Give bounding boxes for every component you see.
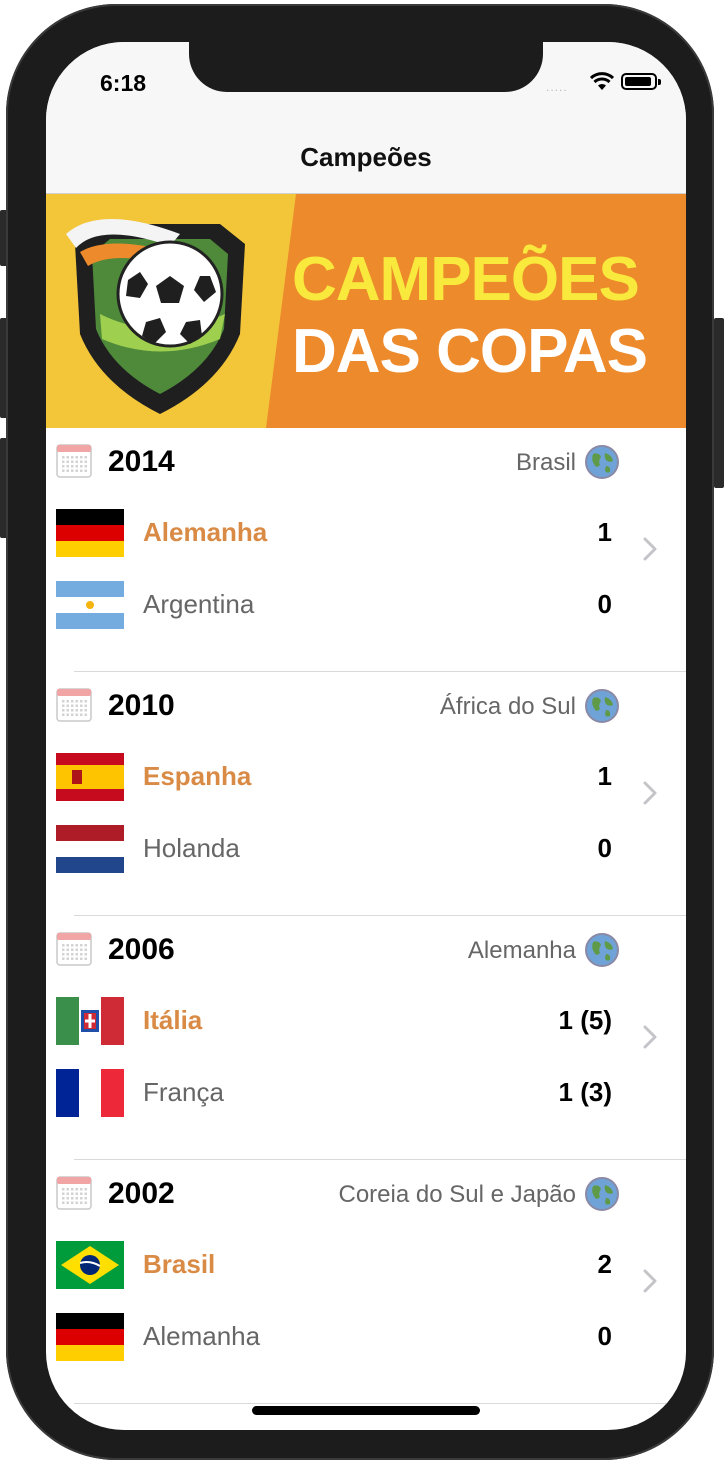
soccer-shield-logo xyxy=(66,219,245,414)
banner-title-line1: CAMPEÕES xyxy=(292,245,640,314)
winner-name: Espanha xyxy=(143,761,252,791)
runner-up-name: França xyxy=(143,1077,224,1107)
cup-cell[interactable]: 2002 Coreia do Sul e Japão Brasil 2 Alemanha… xyxy=(46,1160,686,1404)
cup-year: 2002 xyxy=(108,1177,175,1210)
runner-up-name: Alemanha xyxy=(143,1321,261,1351)
header-banner: CAMPEÕES DAS COPAS xyxy=(46,194,686,428)
runner-up-flag-icon xyxy=(56,1069,124,1117)
globe-icon xyxy=(584,444,620,480)
runner-up-name: Holanda xyxy=(143,833,240,863)
winner-flag-icon xyxy=(56,509,124,557)
cup-year: 2006 xyxy=(108,933,175,966)
winner-flag-icon xyxy=(56,1241,124,1289)
runner-up-score: 0 xyxy=(597,589,612,619)
runner-up-score: 1 (3) xyxy=(558,1077,612,1107)
cup-host: Coreia do Sul e Japão xyxy=(338,1181,577,1208)
winner-name: Brasil xyxy=(143,1249,216,1279)
runner-up-flag-icon xyxy=(56,581,124,629)
calendar-icon xyxy=(56,932,92,966)
screen: 6:18 ..... Campeões CAMPEÕES DAS COPAS 2… xyxy=(46,42,686,1430)
cup-cell[interactable]: 2014 Brasil Alemanha 1 Argentina 0 xyxy=(46,428,686,672)
runner-up-score: 0 xyxy=(597,1321,612,1351)
winner-score: 1 xyxy=(597,517,612,547)
battery-icon xyxy=(621,73,661,90)
cell-separator xyxy=(74,1403,686,1404)
navigation-bar: Campeões xyxy=(46,134,686,194)
cup-host: Alemanha xyxy=(467,937,576,964)
chevron-right-icon[interactable] xyxy=(642,1268,658,1294)
calendar-icon xyxy=(56,1176,92,1210)
cup-cell[interactable]: 2006 Alemanha Itália 1 (5) França 1 (3) xyxy=(46,916,686,1160)
winner-score: 1 xyxy=(597,761,612,791)
cup-year: 2010 xyxy=(108,689,175,722)
wifi-icon xyxy=(590,72,614,90)
runner-up-flag-icon xyxy=(56,825,124,873)
runner-up-flag-icon xyxy=(56,1313,124,1361)
notch xyxy=(189,42,543,92)
winner-flag-icon xyxy=(56,997,124,1045)
chevron-right-icon[interactable] xyxy=(642,536,658,562)
winner-score: 1 (5) xyxy=(558,1005,612,1035)
cup-host: Brasil xyxy=(515,449,576,476)
chevron-right-icon[interactable] xyxy=(642,780,658,806)
globe-icon xyxy=(584,932,620,968)
home-indicator[interactable] xyxy=(252,1406,480,1415)
cup-cell[interactable]: 2010 África do Sul Espanha 1 Holanda 0 xyxy=(46,672,686,916)
cup-year: 2014 xyxy=(108,445,175,478)
calendar-icon xyxy=(56,444,92,478)
status-time: 6:18 xyxy=(100,70,147,96)
power-button xyxy=(714,318,724,488)
champions-list: 2014 Brasil Alemanha 1 Argentina 0 2010 África … xyxy=(46,428,686,1404)
winner-name: Itália xyxy=(143,1005,203,1035)
winner-name: Alemanha xyxy=(143,517,268,547)
globe-icon xyxy=(584,1176,620,1212)
runner-up-name: Argentina xyxy=(143,589,255,619)
globe-icon xyxy=(584,688,620,724)
banner-title-line2: DAS COPAS xyxy=(292,317,648,386)
calendar-icon xyxy=(56,688,92,722)
winner-flag-icon xyxy=(56,753,124,801)
cup-host: África do Sul xyxy=(439,693,576,720)
phone-frame: 6:18 ..... Campeões CAMPEÕES DAS COPAS 2… xyxy=(6,4,714,1460)
page-title: Campeões xyxy=(300,142,432,172)
chevron-right-icon[interactable] xyxy=(642,1024,658,1050)
signal-icon: ..... xyxy=(546,80,568,94)
winner-score: 2 xyxy=(597,1249,612,1279)
runner-up-score: 0 xyxy=(597,833,612,863)
